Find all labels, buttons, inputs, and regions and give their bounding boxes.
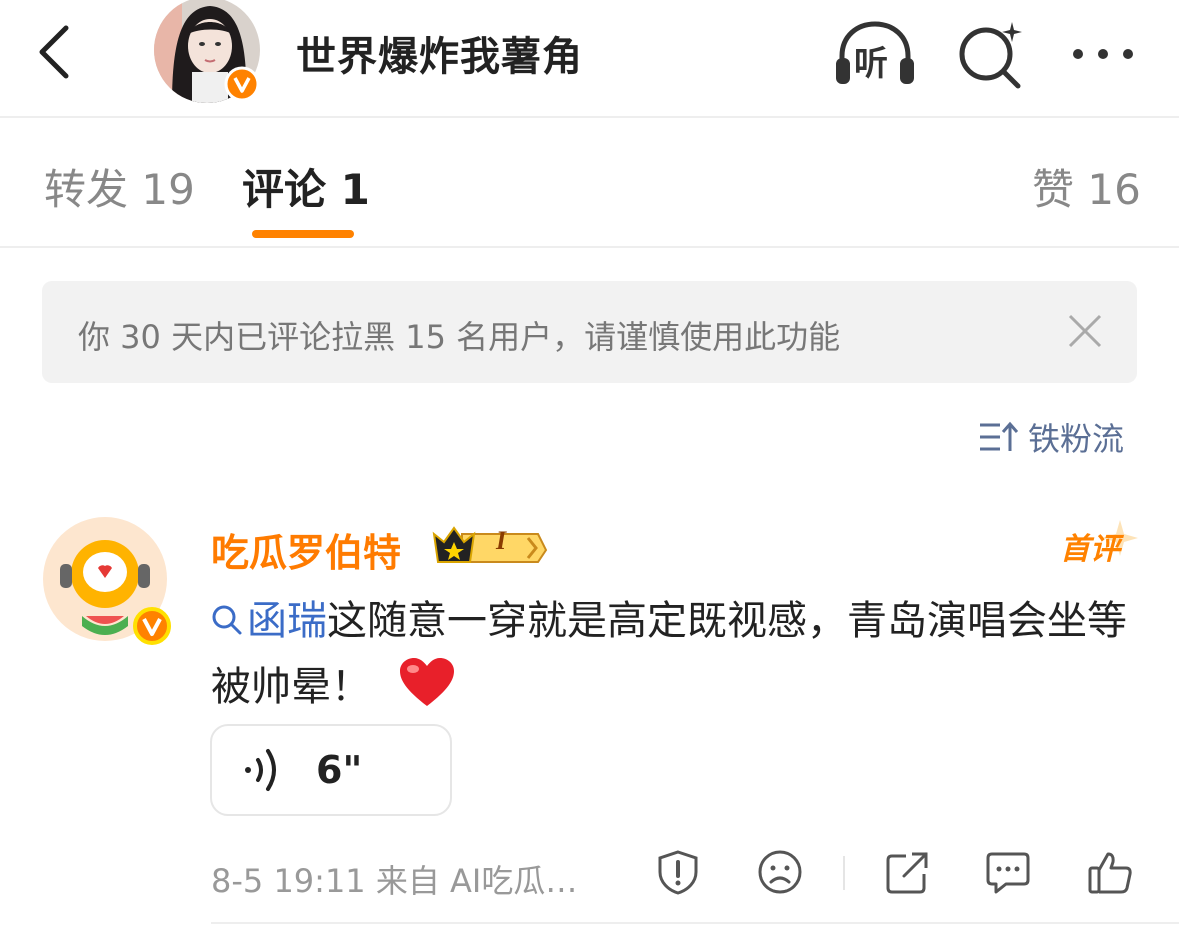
- voice-message-button[interactable]: 6": [210, 724, 452, 816]
- listen-label: 听: [854, 44, 888, 84]
- back-button[interactable]: [30, 20, 80, 84]
- poster-avatar[interactable]: [152, 0, 262, 104]
- back-icon: [39, 25, 69, 79]
- share-button[interactable]: [884, 848, 932, 896]
- shield-warning-icon: [658, 850, 698, 895]
- tab-likes[interactable]: 赞 16: [1032, 156, 1141, 217]
- keyword-text: 函瑞: [247, 598, 327, 644]
- like-button[interactable]: [1086, 848, 1134, 896]
- commenter-name[interactable]: 吃瓜罗伯特: [211, 522, 401, 577]
- tab-reposts[interactable]: 转发 19: [44, 156, 195, 217]
- listen-button[interactable]: 听: [830, 14, 920, 94]
- sort-toggle[interactable]: 铁粉流: [978, 414, 1124, 460]
- fan-level-label: I: [496, 526, 507, 555]
- actions-separator: [843, 856, 845, 890]
- header-divider: [0, 116, 1179, 118]
- search-button[interactable]: [944, 14, 1034, 94]
- block-notice-text: 你 30 天内已评论拉黑 15 名用户，请谨慎使用此功能: [78, 318, 841, 356]
- voice-duration: 6": [316, 748, 363, 792]
- sort-label: 铁粉流: [1028, 420, 1125, 458]
- first-comment-tag: 首评: [1060, 518, 1140, 568]
- verified-badge-icon: [133, 607, 171, 645]
- crown-badge-icon: [432, 526, 548, 563]
- keyword-link[interactable]: 函瑞: [211, 598, 327, 644]
- sad-face-icon: [758, 850, 802, 894]
- heart-emoji: [398, 656, 456, 728]
- report-button[interactable]: [654, 848, 702, 896]
- tab-comments[interactable]: 评论 1: [242, 156, 370, 217]
- sort-icon: [980, 421, 1018, 451]
- fan-level-badge[interactable]: I: [430, 520, 550, 566]
- heart-icon: [399, 658, 454, 706]
- close-icon: [1068, 314, 1102, 348]
- notice-close-button[interactable]: [1060, 306, 1110, 356]
- active-tab-indicator: [252, 230, 354, 238]
- comment-meta: 8-5 19:11 来自 AI吃瓜…: [211, 862, 578, 900]
- reply-button[interactable]: [984, 848, 1032, 896]
- dislike-button[interactable]: [756, 848, 804, 896]
- thumbs-up-icon: [1088, 852, 1132, 894]
- more-button[interactable]: [1058, 14, 1148, 94]
- voice-wave-icon: [245, 749, 276, 791]
- search-ai-icon: [959, 22, 1022, 89]
- comment-icon: [986, 852, 1030, 894]
- tabs-divider: [0, 246, 1179, 248]
- comment-text: 函瑞这随意一穿就是高定既视感，青岛演唱会坐等被帅晕！: [211, 588, 1131, 728]
- commenter-avatar[interactable]: [42, 516, 172, 646]
- more-icon: [1073, 49, 1133, 59]
- page-title: 世界爆炸我薯角: [296, 34, 583, 80]
- search-keyword-icon: [212, 605, 242, 635]
- verified-badge-icon: [224, 66, 260, 102]
- comment-divider: [211, 922, 1179, 924]
- first-comment-label: 首评: [1060, 532, 1120, 567]
- comment-body: 这随意一穿就是高定既视感，青岛演唱会坐等被帅晕！: [211, 598, 1127, 710]
- share-icon: [886, 852, 928, 894]
